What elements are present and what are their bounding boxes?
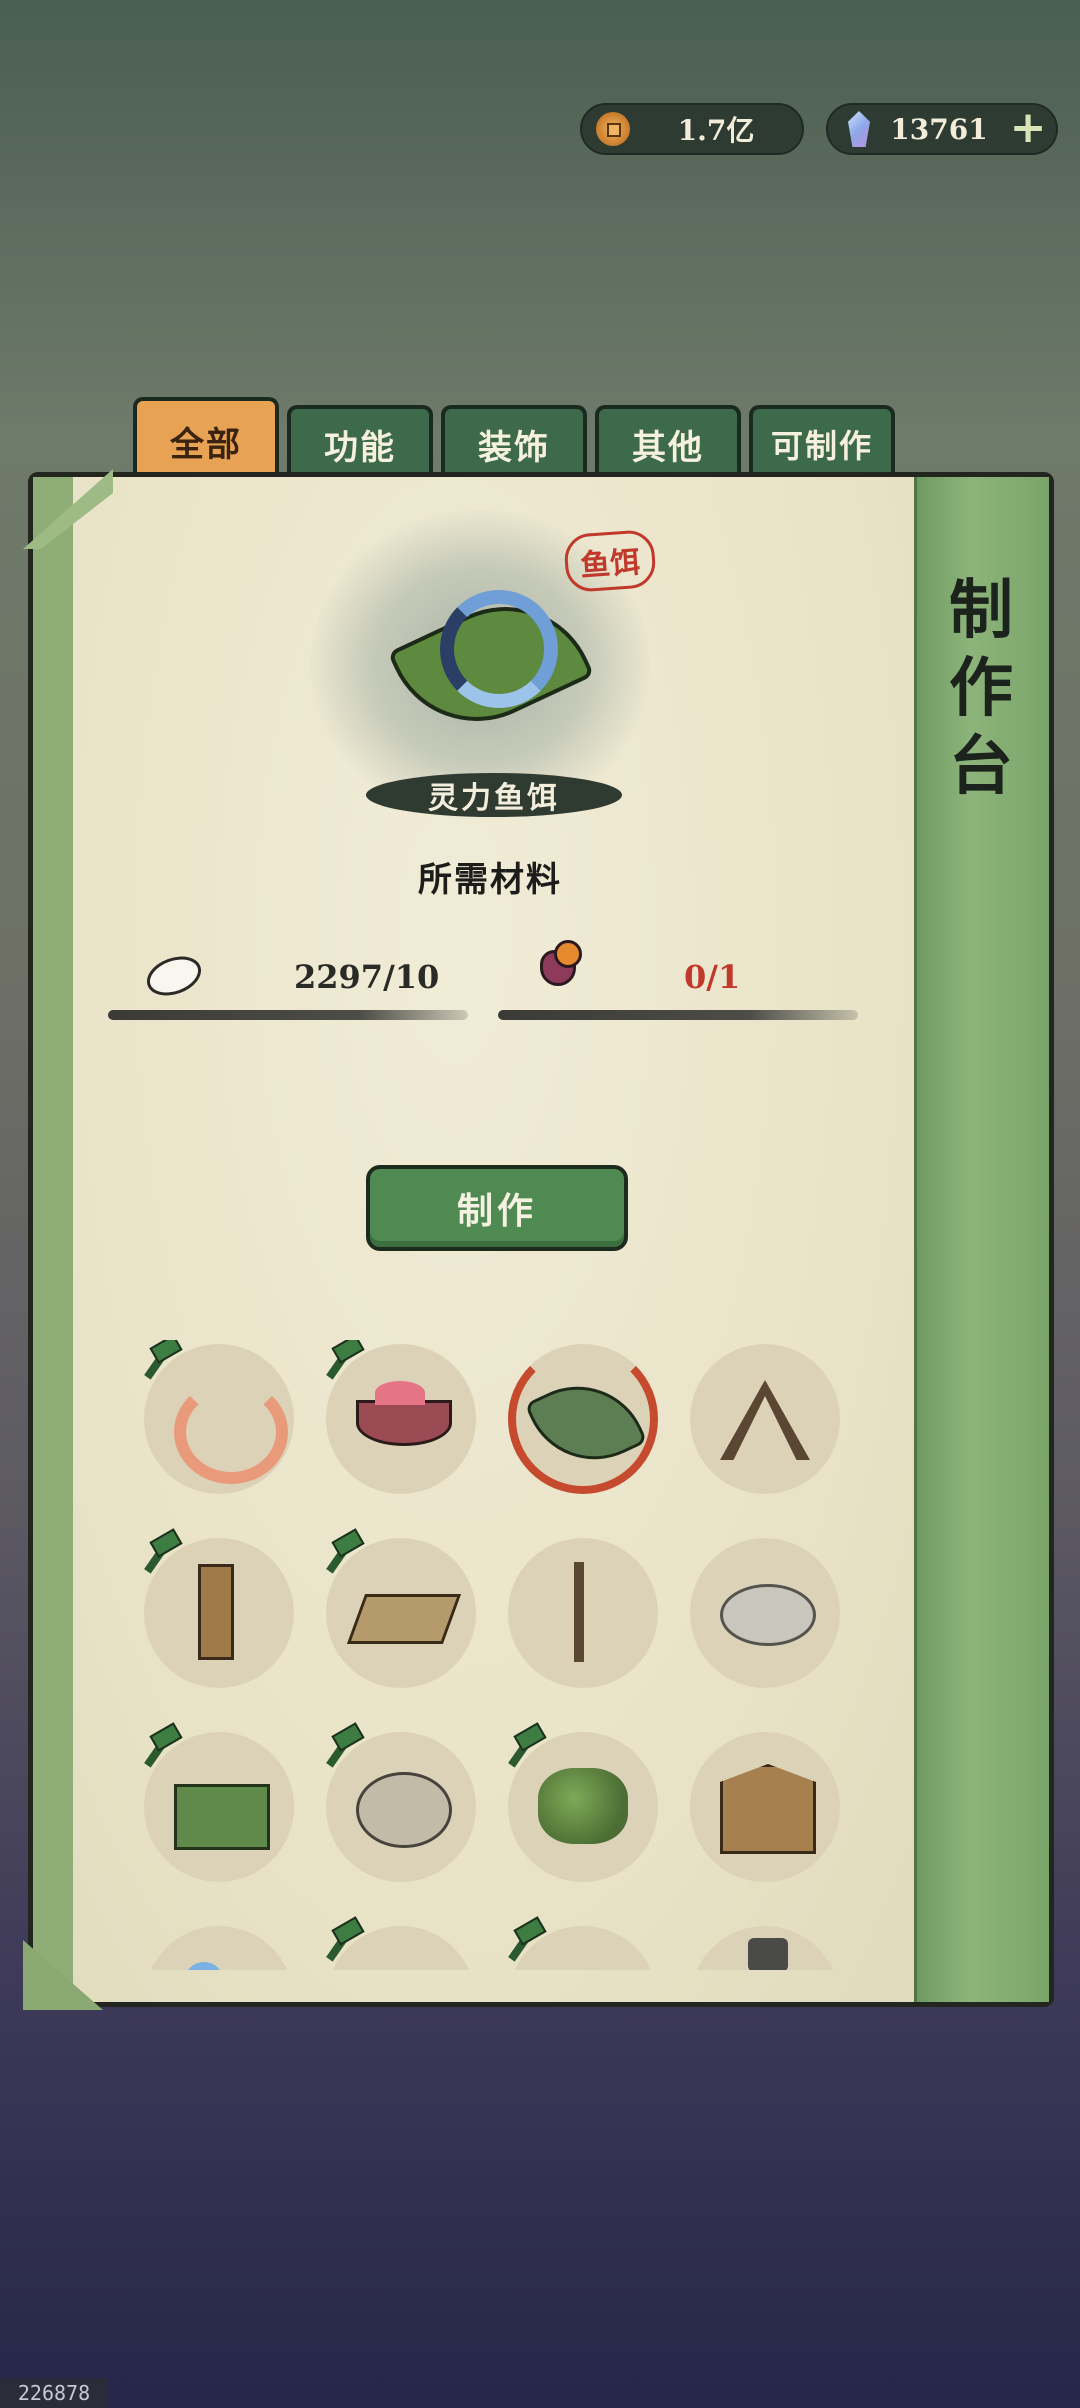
coin-amount: 1.7亿 <box>677 114 755 147</box>
grid-item-bait-bowl[interactable] <box>320 1340 480 1500</box>
ink-stroke <box>498 1010 858 1020</box>
scarecrow-icon <box>198 1564 234 1660</box>
iron-pot-icon <box>748 1938 788 1970</box>
bait-bowl-icon <box>356 1381 452 1446</box>
item-disc <box>690 1344 840 1494</box>
craftable-hammer-icon <box>138 1340 172 1380</box>
grid-item-earthworm[interactable] <box>138 1340 298 1500</box>
market-stall-icon <box>720 1764 816 1854</box>
grid-item-partial[interactable] <box>320 1922 480 1970</box>
ink-stroke <box>108 1010 468 1020</box>
material-quantity: 0/1 <box>684 958 741 996</box>
tab-other[interactable]: 其他 <box>595 405 741 479</box>
craftable-hammer-icon <box>138 1728 172 1768</box>
stone-mill-icon <box>356 1772 452 1848</box>
garden-plot-icon <box>538 1768 628 1844</box>
earthworm-icon <box>174 1380 288 1484</box>
silk-cocoon-icon <box>141 949 207 1003</box>
copper-coin-icon <box>596 112 630 146</box>
grid-item-green-chest[interactable] <box>138 1728 298 1888</box>
material-row: 2297/10 <box>108 949 468 1020</box>
grid-item-scarecrow[interactable] <box>138 1534 298 1694</box>
grid-item-stone-mill[interactable] <box>320 1728 480 1888</box>
scroll-edge-left <box>33 477 73 2002</box>
grid-item-iron-pot[interactable] <box>684 1922 844 1970</box>
bagua-platform-icon <box>720 1584 816 1646</box>
item-disc <box>144 1926 294 1970</box>
coin-counter: 1.7亿 <box>580 103 804 155</box>
materials-heading: 所需材料 <box>418 860 562 900</box>
grid-item-bagua-platform[interactable] <box>684 1534 844 1694</box>
tab-decoration[interactable]: 装饰 <box>441 405 587 479</box>
tab-craftable[interactable]: 可制作 <box>749 405 895 479</box>
sign-pole-icon <box>574 1562 584 1662</box>
add-gems-button[interactable]: + <box>1008 106 1048 150</box>
grid-item-bamboo-mat[interactable] <box>320 1534 480 1694</box>
craftable-hammer-icon <box>320 1534 354 1574</box>
spirit-bait-icon <box>440 590 558 708</box>
grid-item-spirit-bait[interactable] <box>502 1340 662 1500</box>
grid-item-sign-pole[interactable] <box>502 1534 662 1694</box>
tab-all[interactable]: 全部 <box>133 397 279 481</box>
category-stamp: 鱼饵 <box>563 528 657 594</box>
material-row: 0/1 <box>498 940 858 1020</box>
build-id: 226878 <box>0 2378 108 2408</box>
item-name: 灵力鱼饵 <box>366 773 622 817</box>
craftable-hammer-icon <box>502 1922 536 1962</box>
gem-amount: 13761 <box>890 112 988 146</box>
scroll-edge-right: 制作台 <box>914 477 1049 2002</box>
spirit-flower-icon <box>532 940 582 994</box>
craftable-hammer-icon <box>138 1534 172 1574</box>
item-grid <box>138 1340 858 1970</box>
panel-title: 制作台 <box>949 573 1013 804</box>
grid-item-market-stall[interactable] <box>684 1728 844 1888</box>
craftable-hammer-icon <box>502 1728 536 1768</box>
tab-function[interactable]: 功能 <box>287 405 433 479</box>
craftable-hammer-icon <box>320 1340 354 1380</box>
grid-item-partial[interactable] <box>502 1922 662 1970</box>
craftable-hammer-icon <box>320 1728 354 1768</box>
grid-item-blue-orb[interactable] <box>138 1922 298 1970</box>
grid-item-cooking-tripod[interactable] <box>684 1340 844 1500</box>
spirit-crystal-icon <box>848 111 870 147</box>
grid-item-garden-plot[interactable] <box>502 1728 662 1888</box>
green-chest-icon <box>174 1784 270 1850</box>
craftable-hammer-icon <box>320 1922 354 1962</box>
material-quantity: 2297/10 <box>294 958 440 996</box>
gem-counter: 13761 + <box>826 103 1058 155</box>
craft-button[interactable]: 制作 <box>366 1165 628 1251</box>
bamboo-mat-icon <box>346 1594 462 1644</box>
